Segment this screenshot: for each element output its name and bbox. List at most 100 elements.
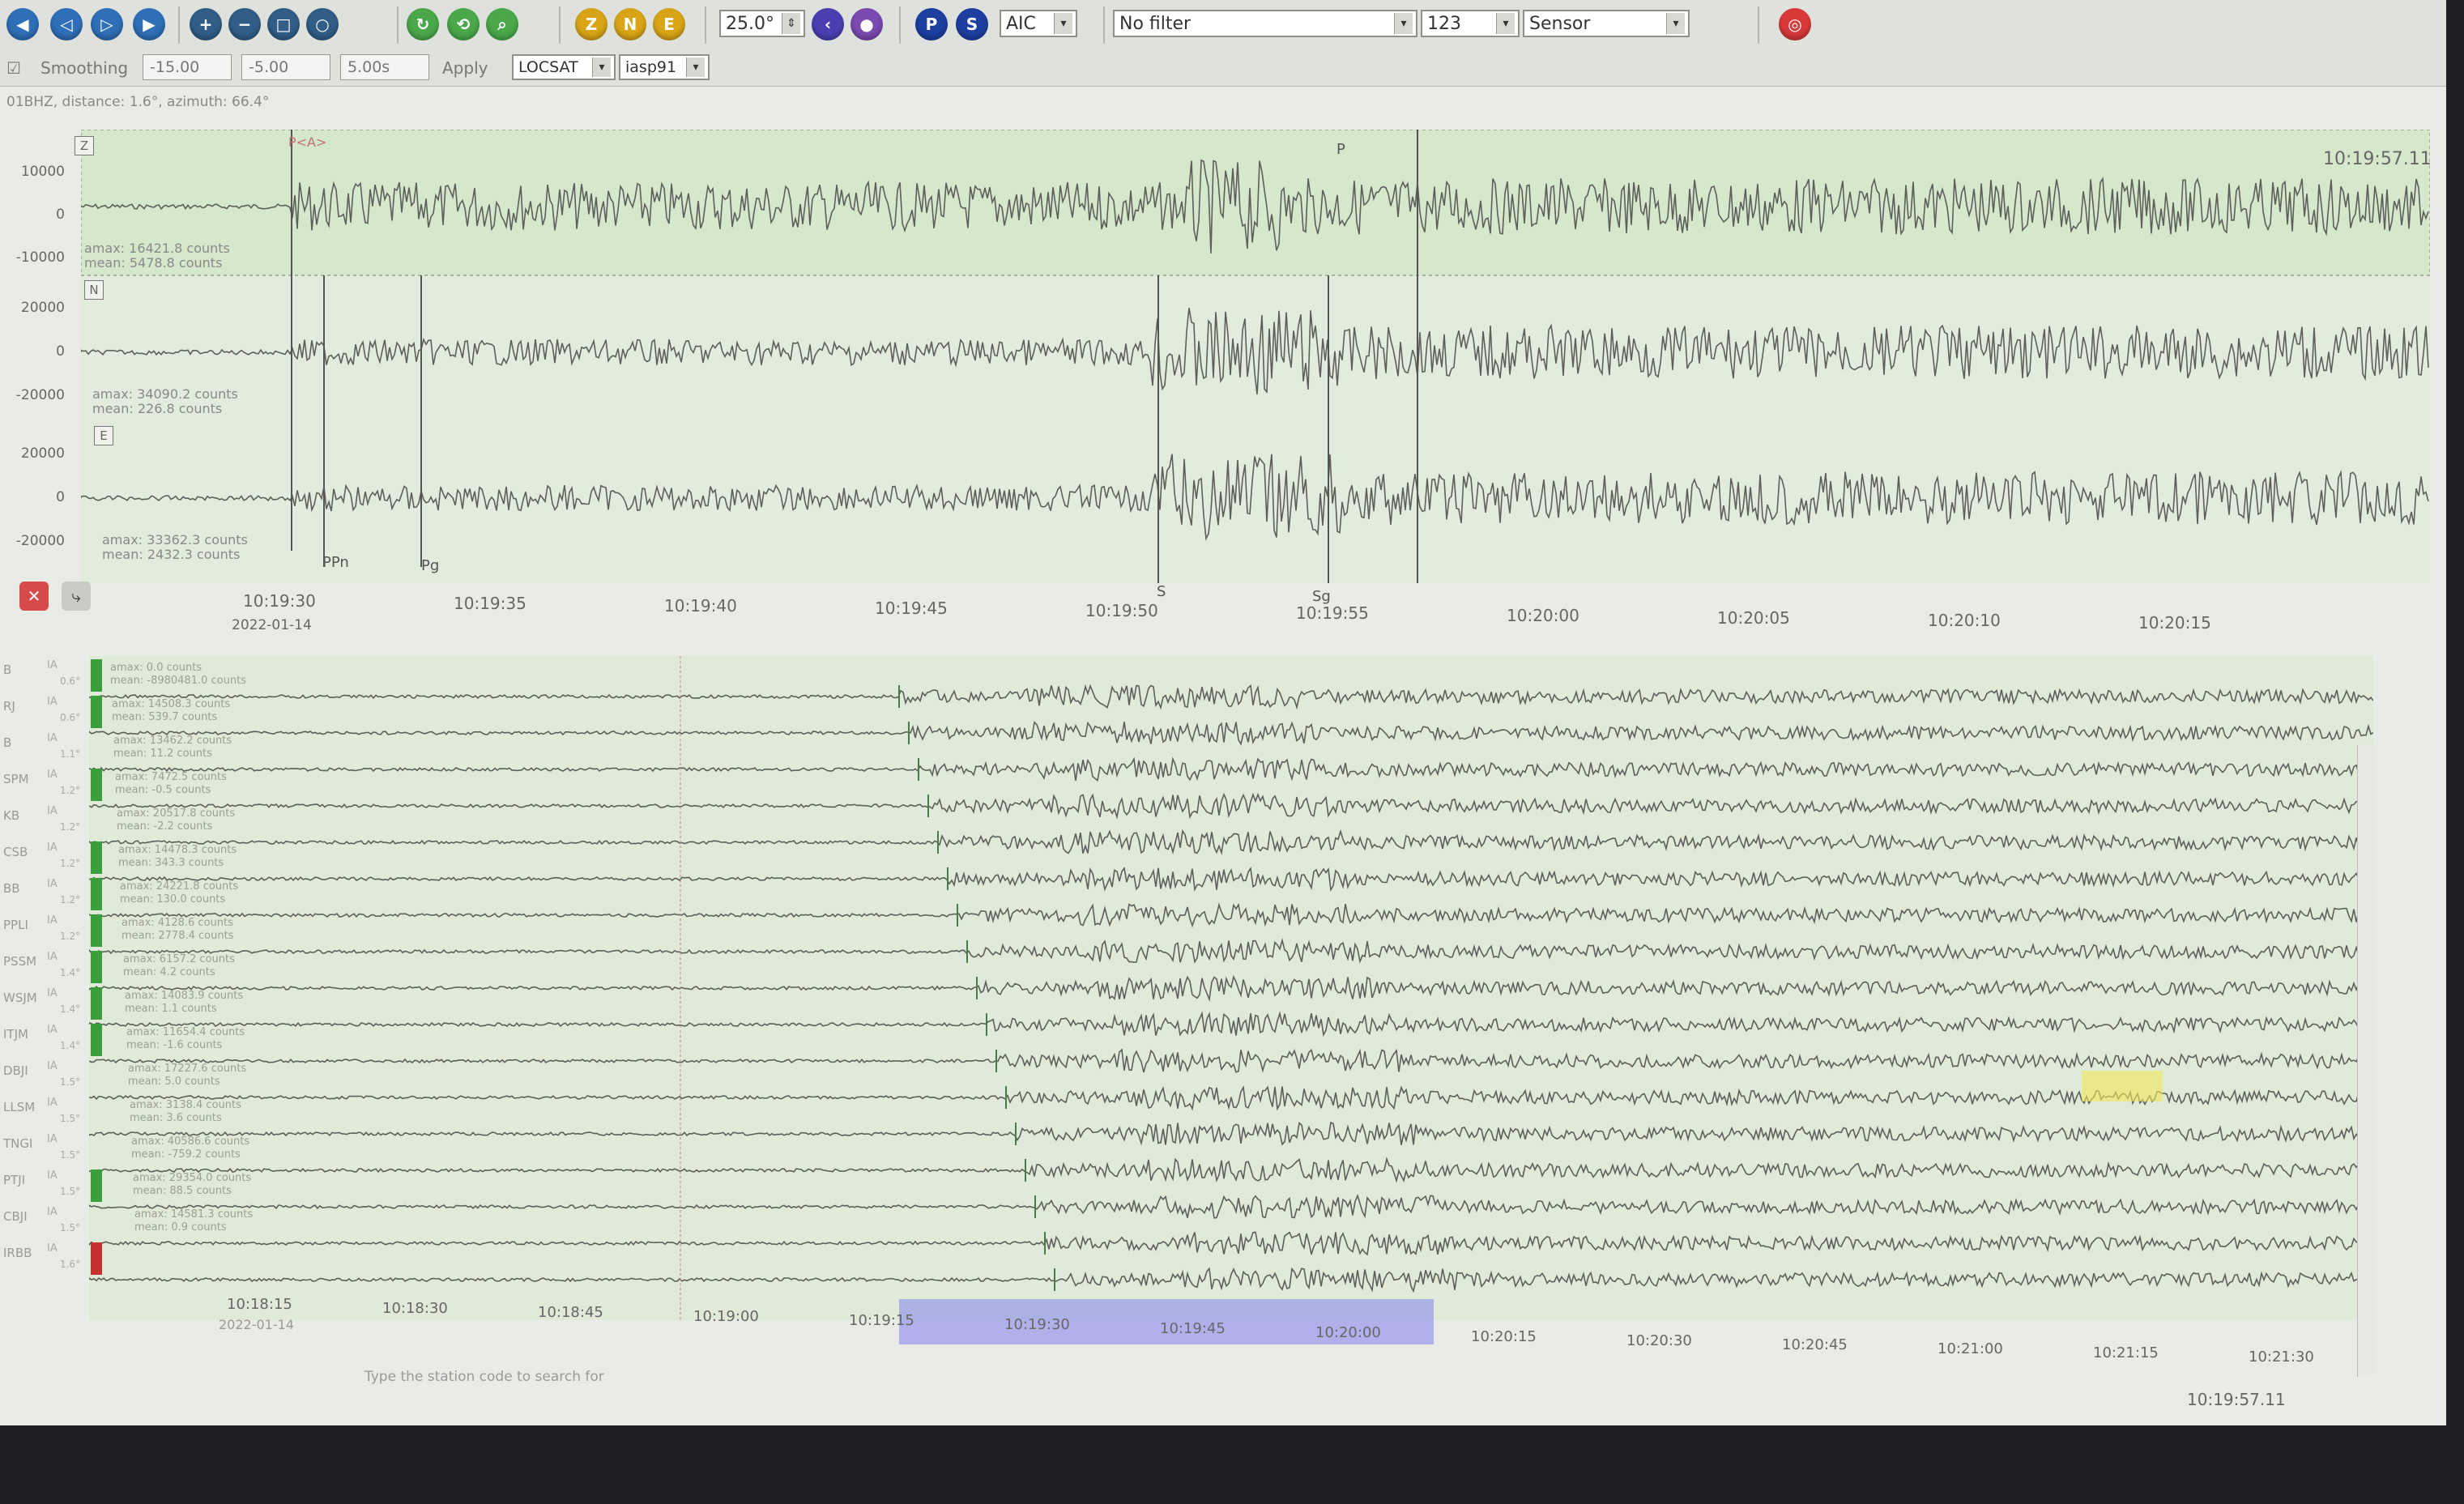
station-row[interactable]: TNGI IA 1.5° amax: 40586.6 counts mean: -759…	[0, 1131, 275, 1168]
e-ytick-bottom: -20000	[15, 533, 65, 549]
component-plot-area[interactable]	[81, 130, 2430, 583]
station-plot-area[interactable]	[89, 656, 2373, 1320]
station-code: LLSM	[3, 1100, 36, 1114]
n-ytick-mid: 0	[56, 343, 65, 360]
lower-xtick-5: 10:19:30	[1004, 1316, 1070, 1333]
value-field-2[interactable]: -5.00	[241, 54, 330, 80]
station-amax: amax: 29354.0 counts	[133, 1172, 252, 1184]
station-waveform-6	[89, 902, 2373, 928]
station-row[interactable]: PTJI IA 1.5° amax: 29354.0 counts mean: 88.5…	[0, 1168, 275, 1204]
station-amax: amax: 20517.8 counts	[117, 807, 236, 820]
pick-sg[interactable]: Sg	[1312, 588, 1331, 605]
station-code: PPLI	[3, 918, 28, 932]
station-row[interactable]: B IA 1.1° amax: 13462.2 counts mean: 11.2 co…	[0, 731, 275, 767]
model-select[interactable]: iasp91 ▾	[619, 54, 710, 80]
pick-p-button[interactable]: P	[915, 8, 948, 40]
station-mean: mean: 11.2 counts	[113, 748, 212, 760]
model-value: iasp91	[625, 58, 677, 76]
rotate-icon[interactable]: ●	[850, 8, 883, 40]
station-row[interactable]: ITJM IA 1.4° amax: 11654.4 counts mean: -1.6…	[0, 1022, 275, 1059]
station-row[interactable]: BB IA 1.2° amax: 24221.8 counts mean: 130.0 …	[0, 876, 275, 913]
station-row[interactable]: LLSM IA 1.5° amax: 3138.4 counts mean: 3.6 c…	[0, 1095, 275, 1131]
locator-select[interactable]: LOCSAT ▾	[512, 54, 616, 80]
target-icon[interactable]: ◎	[1779, 8, 1811, 40]
station-distance: 1.6°	[60, 1259, 81, 1270]
upper-xtick-3: 10:19:45	[875, 599, 948, 618]
close-trace-icon[interactable]: ✕	[19, 582, 49, 611]
pick-p[interactable]: P	[1336, 141, 1345, 158]
station-waveform-7	[89, 938, 2373, 964]
station-distance: 1.5°	[60, 1222, 81, 1233]
station-code: PTJI	[3, 1173, 26, 1187]
component-z-button[interactable]: Z	[575, 8, 607, 40]
station-mean: mean: 1.1 counts	[125, 1003, 217, 1015]
station-row[interactable]: KB IA 1.2° amax: 20517.8 counts mean: -2.2 c…	[0, 803, 275, 840]
station-amax: amax: 4128.6 counts	[121, 917, 233, 929]
upper-xtick-9: 10:20:15	[2138, 613, 2211, 633]
lower-xtick-3: 10:19:00	[693, 1308, 759, 1325]
station-code: PSSM	[3, 954, 37, 969]
station-row[interactable]: SPM IA 1.2° amax: 7472.5 counts mean: -0.5 c…	[0, 767, 275, 803]
components-select[interactable]: 123 ▾	[1421, 10, 1520, 37]
station-row[interactable]: DBJI IA 1.5° amax: 17227.6 counts mean: 5.0 …	[0, 1059, 275, 1095]
lower-xtick-0: 10:18:15	[227, 1296, 292, 1313]
vertical-scrollbar[interactable]	[2357, 745, 2376, 1377]
apply-trace-icon[interactable]: ⤷	[62, 582, 91, 611]
rotation-angle-field[interactable]: 25.0° ⇕	[719, 10, 805, 37]
nav-prev-icon[interactable]: ◁	[50, 8, 83, 40]
station-row[interactable]: WSJM IA 1.4° amax: 14083.9 counts mean: 1.1 …	[0, 986, 275, 1022]
nav-first-icon[interactable]: ◀	[6, 8, 39, 40]
spin-arrows-icon[interactable]: ⇕	[782, 13, 800, 34]
station-row[interactable]: PPLI IA 1.2° amax: 4128.6 counts mean: 2778.…	[0, 913, 275, 949]
search-icon[interactable]: ⌕	[486, 8, 518, 40]
filter-value: No filter	[1119, 14, 1192, 34]
rotate-back-icon[interactable]: ‹	[812, 8, 844, 40]
checkbox-icon[interactable]: ☑	[6, 58, 21, 78]
station-row[interactable]: RJ IA 0.6° amax: 14508.3 counts mean: 539.7 …	[0, 694, 275, 731]
picker-method-select[interactable]: AIC ▾	[1000, 10, 1077, 37]
station-code: WSJM	[3, 991, 37, 1005]
value-field-3[interactable]: 5.00s	[340, 54, 429, 80]
nav-last-icon[interactable]: ▶	[133, 8, 165, 40]
station-search-hint[interactable]: Type the station code to search for	[364, 1369, 604, 1385]
refresh-icon[interactable]: ↻	[407, 8, 439, 40]
station-waveform-15	[89, 1231, 2373, 1256]
station-distance: 1.2°	[60, 821, 81, 833]
upper-xtick-1: 10:19:35	[454, 594, 526, 613]
pick-s[interactable]: S	[1157, 583, 1166, 600]
nav-next-icon[interactable]: ▷	[91, 8, 123, 40]
pick-p-automatic[interactable]: P<A>	[288, 134, 326, 150]
zoom-in-icon[interactable]: +	[190, 8, 222, 40]
sync-icon[interactable]: ⟲	[447, 8, 480, 40]
station-amax: amax: 11654.4 counts	[126, 1026, 245, 1038]
station-row[interactable]: B IA 0.6° amax: 0.0 counts mean: -8980481.0 …	[0, 658, 275, 694]
component-e-button[interactable]: E	[653, 8, 685, 40]
unit-select[interactable]: Sensor ▾	[1523, 10, 1690, 37]
station-distance: 1.2°	[60, 894, 81, 905]
n-amax-label: amax: 34090.2 counts	[92, 386, 238, 402]
pick-pg[interactable]: Pg	[421, 557, 439, 574]
station-mean: mean: -0.5 counts	[115, 784, 211, 796]
station-row[interactable]: CBJI IA 1.5° amax: 14581.3 counts mean: 0.9 …	[0, 1204, 275, 1241]
app-window: ◀ ◁ ▷ ▶ + − □ ○ ↻ ⟲ ⌕ Z N E 25.0° ⇕ ‹ ● …	[0, 0, 2446, 1425]
station-mean: mean: 0.9 counts	[134, 1221, 227, 1233]
station-amax: amax: 14508.3 counts	[112, 698, 231, 710]
station-amax: amax: 14083.9 counts	[125, 990, 244, 1002]
filter-select[interactable]: No filter ▾	[1113, 10, 1417, 37]
station-distance: 1.4°	[60, 1003, 81, 1015]
pick-ppn[interactable]: PPn	[322, 554, 349, 571]
station-row[interactable]: CSB IA 1.2° amax: 14478.3 counts mean: 343.3…	[0, 840, 275, 876]
upper-time-readout: 10:19:57.11	[2323, 149, 2432, 169]
station-row[interactable]: IRBB IA 1.6°	[0, 1241, 275, 1277]
station-row[interactable]: PSSM IA 1.4° amax: 6157.2 counts mean: 4.2 c…	[0, 949, 275, 986]
pick-s-button[interactable]: S	[956, 8, 988, 40]
value-field-1[interactable]: -15.00	[143, 54, 232, 80]
zoom-fit-icon[interactable]: □	[267, 8, 300, 40]
zoom-out-icon[interactable]: −	[228, 8, 261, 40]
zoom-reset-icon[interactable]: ○	[306, 8, 339, 40]
locator-value: LOCSAT	[518, 58, 578, 76]
apply-button[interactable]: Apply	[442, 58, 488, 78]
lower-xtick-9: 10:20:30	[1626, 1332, 1692, 1349]
component-n-button[interactable]: N	[614, 8, 646, 40]
secondary-toolbar: ☑ Smoothing -15.00 -5.00 5.00s Apply LOC…	[0, 50, 2446, 87]
